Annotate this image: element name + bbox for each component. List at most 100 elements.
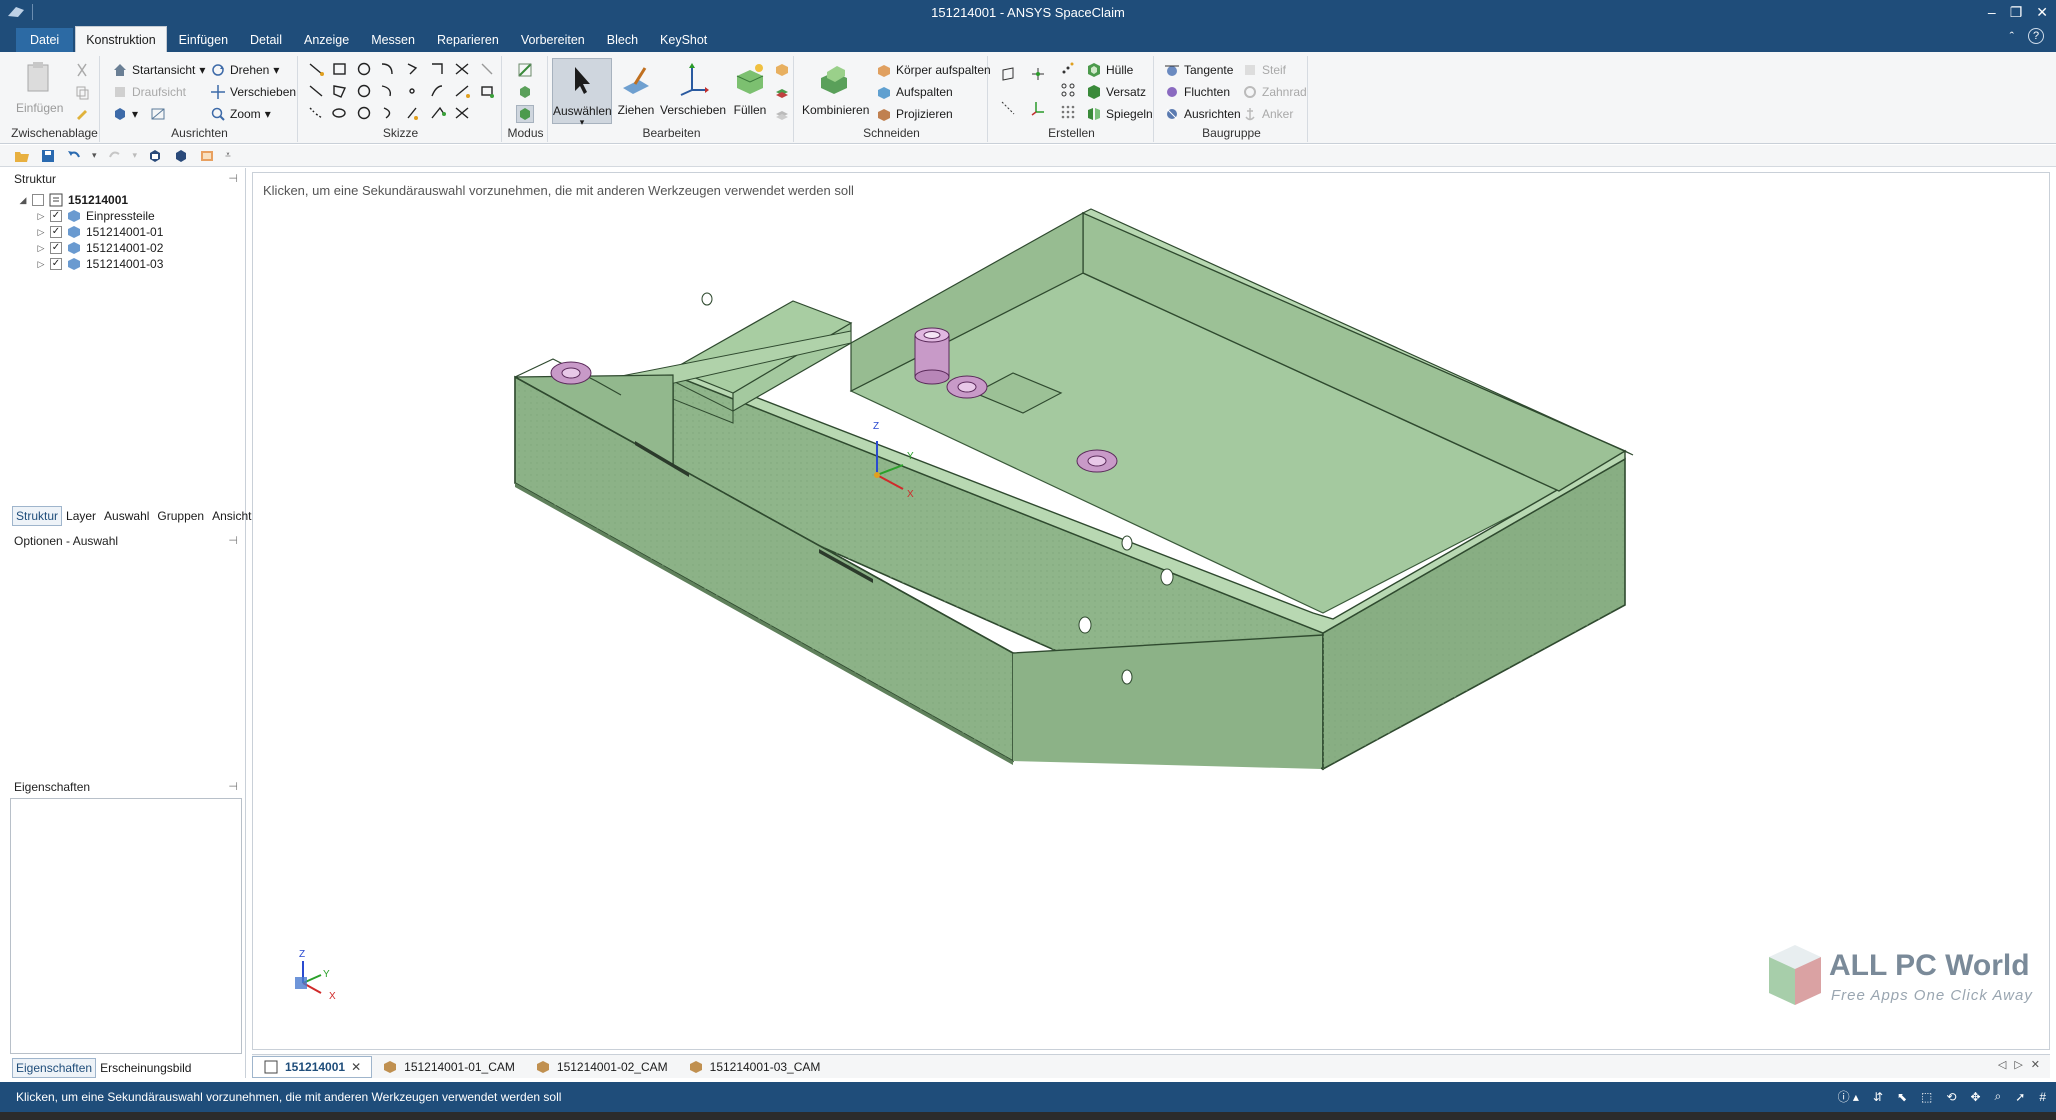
rotate-view-icon[interactable]: ⟲ xyxy=(1946,1090,1956,1104)
kombinieren-button[interactable]: Kombinieren xyxy=(802,62,869,117)
pan-view-icon[interactable]: ✥ xyxy=(1970,1090,1980,1104)
cad-model[interactable] xyxy=(253,173,2050,1050)
visibility-checkbox[interactable] xyxy=(32,194,44,206)
tab-einfuegen[interactable]: Einfügen xyxy=(169,28,238,52)
visibility-checkbox[interactable]: ✓ xyxy=(50,242,62,254)
pin-icon[interactable]: ⊣ xyxy=(228,532,238,550)
coordinate-system-icon[interactable] xyxy=(1030,100,1046,116)
insert[interactable] xyxy=(1076,449,1118,473)
redo-dropdown-icon[interactable]: ▾ xyxy=(133,150,138,161)
view-cube-dropdown[interactable]: ▾ xyxy=(112,106,166,122)
cut-icon[interactable] xyxy=(74,62,90,78)
auswaehlen-button[interactable]: Auswählen ▾ xyxy=(552,58,612,127)
aufspalten-button[interactable]: Aufspalten xyxy=(876,84,953,100)
visibility-checkbox[interactable]: ✓ xyxy=(50,258,62,270)
tab-konstruktion[interactable]: Konstruktion xyxy=(75,26,167,52)
tab-eigenschaften[interactable]: Eigenschaften xyxy=(12,1058,97,1078)
properties-grid[interactable] xyxy=(10,798,242,1054)
fuellen-button[interactable]: Füllen xyxy=(728,62,772,117)
zahnrad-button[interactable]: Zahnrad xyxy=(1242,84,1307,100)
expand-icon[interactable]: ▷ xyxy=(36,211,46,222)
ausrichten-assembly-button[interactable]: Ausrichten xyxy=(1164,106,1241,122)
sketch-grid-icon[interactable]: # xyxy=(2039,1090,2046,1104)
tree-item[interactable]: ▷ ✓ 151214001-02 xyxy=(18,240,164,256)
expand-icon[interactable]: ▷ xyxy=(36,243,46,254)
pin-icon[interactable]: ⊣ xyxy=(228,170,238,188)
tab-auswahl[interactable]: Auswahl xyxy=(100,506,153,526)
plane-icon[interactable] xyxy=(1000,66,1016,82)
maximize-button[interactable]: ❐ xyxy=(2010,4,2023,21)
undo-icon[interactable] xyxy=(66,148,82,164)
huelle-button[interactable]: Hülle xyxy=(1086,62,1133,78)
verschieben-button[interactable]: Verschieben xyxy=(660,62,726,117)
koerper-aufspalten-button[interactable]: Körper aufspalten xyxy=(876,62,991,78)
collapse-icon[interactable]: ◢ xyxy=(18,195,28,206)
sketch-mode-icon[interactable] xyxy=(517,62,533,78)
doc-tab-cam-02[interactable]: 151214001-02_CAM xyxy=(525,1056,678,1078)
screenshot-icon[interactable] xyxy=(199,148,215,164)
tree-item[interactable]: ▷ ✓ Einpressteile xyxy=(18,208,163,224)
tangente-button[interactable]: Tangente xyxy=(1164,62,1233,78)
tweak-face-icon[interactable] xyxy=(774,84,790,100)
expand-icon[interactable]: ▷ xyxy=(36,227,46,238)
3d-viewport[interactable]: Klicken, um eine Sekundärauswahl vorzune… xyxy=(252,172,2050,1050)
visibility-checkbox[interactable]: ✓ xyxy=(50,210,62,222)
visibility-checkbox[interactable]: ✓ xyxy=(50,226,62,238)
projizieren-button[interactable]: Projizieren xyxy=(876,106,953,122)
close-tab-icon[interactable]: ✕ xyxy=(351,1060,361,1074)
einfuegen-button[interactable]: Einfügen xyxy=(16,60,63,115)
draufsicht-button[interactable]: Draufsicht xyxy=(112,84,186,100)
tab-anzeige[interactable]: Anzeige xyxy=(294,28,359,52)
3d-mode-icon[interactable] xyxy=(516,105,534,123)
drehen-button[interactable]: Drehen ▾ xyxy=(210,62,279,78)
tab-scroll-right-icon[interactable]: ▷ xyxy=(2014,1058,2022,1071)
save-icon[interactable] xyxy=(40,148,56,164)
tree-item[interactable]: ▷ ✓ 151214001-01 xyxy=(18,224,164,240)
redo-icon[interactable] xyxy=(107,148,123,164)
tab-messen[interactable]: Messen xyxy=(361,28,425,52)
spiegeln-button[interactable]: Spiegeln xyxy=(1086,106,1153,122)
collapse-ribbon-button[interactable]: ˆ xyxy=(2010,29,2014,44)
tab-scroll-left-icon[interactable]: ◁ xyxy=(1998,1058,2006,1071)
undo-dropdown-icon[interactable]: ▾ xyxy=(92,150,97,161)
verschieben-view-button[interactable]: Verschieben xyxy=(210,84,296,100)
doc-tab-151214001[interactable]: 151214001 ✕ xyxy=(252,1055,373,1078)
tab-layer[interactable]: Layer xyxy=(62,506,100,526)
insert[interactable] xyxy=(946,375,988,399)
pin-icon[interactable]: ⊣ xyxy=(228,778,238,796)
view-cube-icon[interactable] xyxy=(173,148,189,164)
point-icon[interactable] xyxy=(1060,60,1076,76)
doc-tab-cam-03[interactable]: 151214001-03_CAM xyxy=(678,1056,831,1078)
tab-keyshot[interactable]: KeyShot xyxy=(650,28,717,52)
format-painter-icon[interactable] xyxy=(74,106,90,122)
selection-filter-icon[interactable]: ⇵ xyxy=(1873,1090,1883,1104)
anker-button[interactable]: Anker xyxy=(1242,106,1293,122)
tab-vorbereiten[interactable]: Vorbereiten xyxy=(511,28,595,52)
tab-gruppen[interactable]: Gruppen xyxy=(153,506,208,526)
insert[interactable] xyxy=(550,361,592,385)
tab-blech[interactable]: Blech xyxy=(597,28,648,52)
section-mode-icon[interactable] xyxy=(517,84,533,100)
tab-erscheinungsbild[interactable]: Erscheinungsbild xyxy=(96,1058,195,1078)
blend-icon[interactable] xyxy=(774,62,790,78)
tab-struktur[interactable]: Struktur xyxy=(12,506,63,526)
tab-detail[interactable]: Detail xyxy=(240,28,292,52)
sketch-tools[interactable] xyxy=(306,60,496,126)
info-icon[interactable]: ⓘ ▴ xyxy=(1838,1088,1859,1105)
ziehen-button[interactable]: Ziehen xyxy=(614,62,658,117)
fluchten-button[interactable]: Fluchten xyxy=(1164,84,1230,100)
open-folder-icon[interactable] xyxy=(14,148,30,164)
startansicht-button[interactable]: Startansicht ▾ xyxy=(112,62,205,78)
linear-pattern-icon[interactable] xyxy=(1060,82,1076,98)
doc-tab-cam-01[interactable]: 151214001-01_CAM xyxy=(372,1056,525,1078)
help-icon[interactable]: ? xyxy=(2028,28,2044,44)
tab-datei[interactable]: Datei xyxy=(16,28,74,52)
tree-item-root[interactable]: ◢ 151214001 xyxy=(18,192,163,208)
zoom-view-icon[interactable]: ⌕ xyxy=(1995,1089,2002,1104)
tab-reparieren[interactable]: Reparieren xyxy=(427,28,509,52)
copy-icon[interactable] xyxy=(74,84,90,100)
versatz-button[interactable]: Versatz xyxy=(1086,84,1146,100)
minimize-button[interactable]: – xyxy=(1988,4,1996,20)
zoom-button[interactable]: Zoom ▾ xyxy=(210,106,271,122)
box-select-icon[interactable]: ⬚ xyxy=(1921,1090,1932,1104)
